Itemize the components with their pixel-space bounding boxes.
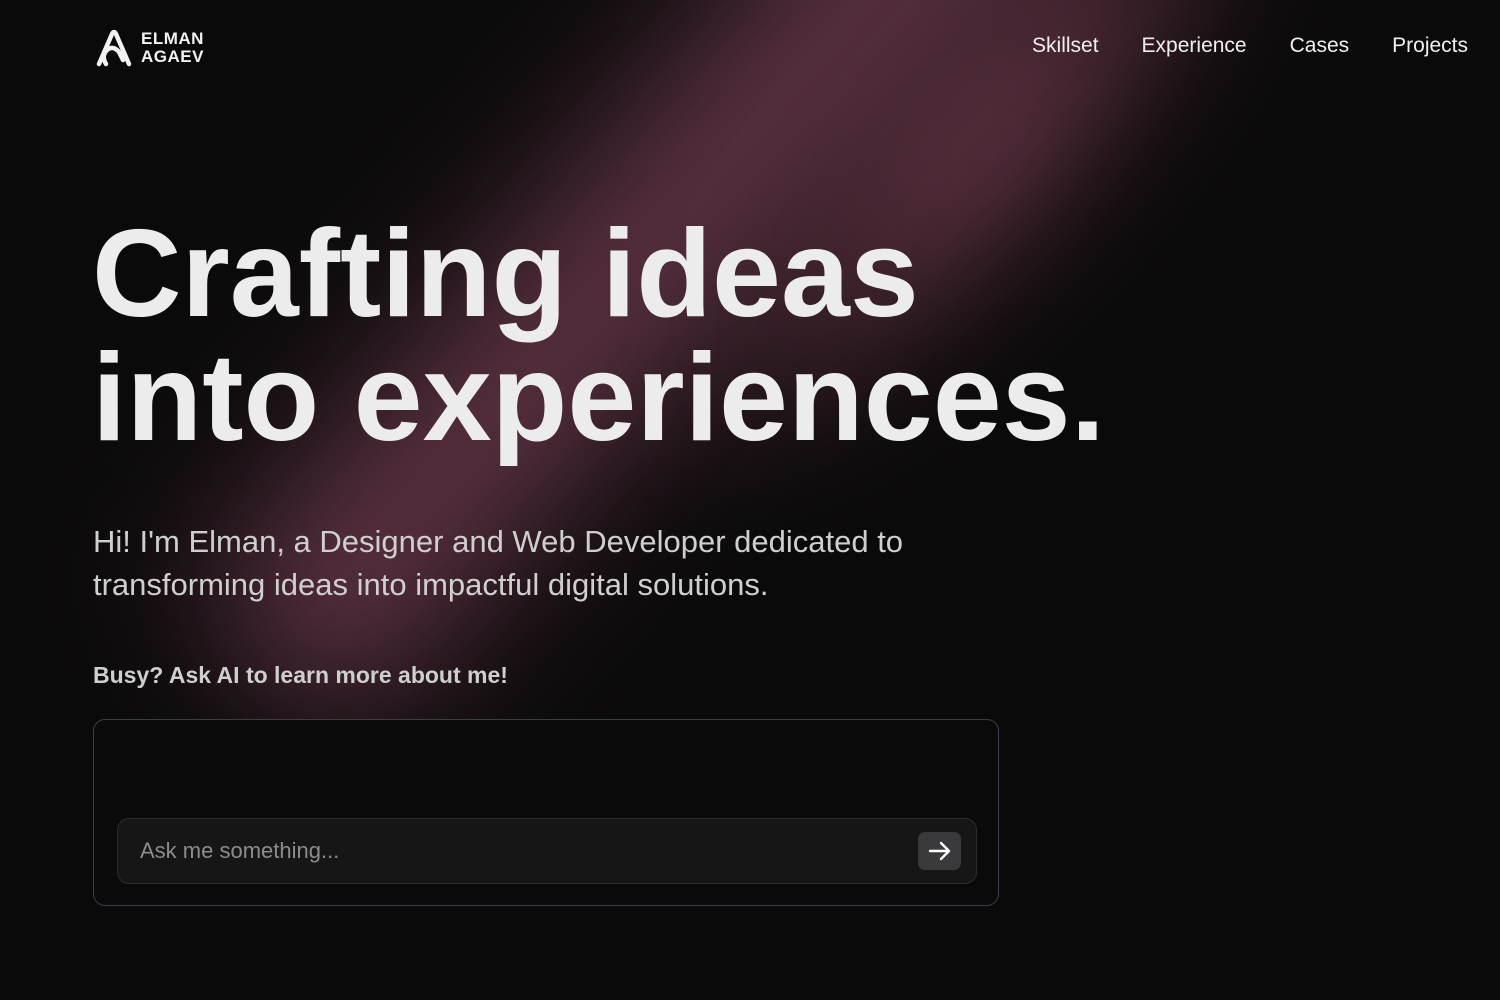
page: ELMAN AGAEV Skillset Experience Cases Pr… (0, 0, 1500, 1000)
hero-title: Crafting ideas into experiences. (92, 212, 1105, 460)
site-header: ELMAN AGAEV Skillset Experience Cases Pr… (0, 0, 1500, 100)
arrow-right-icon (928, 841, 950, 861)
chat-input[interactable] (118, 819, 908, 883)
nav-link-experience[interactable]: Experience (1142, 34, 1247, 58)
ai-chat-box (93, 719, 999, 906)
nav-link-skillset[interactable]: Skillset (1032, 34, 1099, 58)
brand-logo[interactable]: ELMAN AGAEV (93, 26, 204, 70)
send-button[interactable] (918, 832, 961, 870)
hero-title-line2: into experiences. (92, 329, 1106, 467)
brand-name-line2: AGAEV (141, 47, 204, 66)
chat-input-container (117, 818, 977, 884)
brand-name-line1: ELMAN (141, 29, 204, 48)
main-nav: Skillset Experience Cases Projects (1032, 34, 1468, 58)
hero-subtitle: Hi! I'm Elman, a Designer and Web Develo… (93, 524, 904, 602)
ask-ai-label: Busy? Ask AI to learn more about me! (93, 662, 508, 688)
nav-link-cases[interactable]: Cases (1290, 34, 1350, 58)
ea-logo-icon (96, 29, 132, 67)
brand-name: ELMAN AGAEV (141, 30, 204, 66)
hero-title-line1: Crafting ideas (92, 205, 919, 343)
nav-link-projects[interactable]: Projects (1392, 34, 1468, 58)
